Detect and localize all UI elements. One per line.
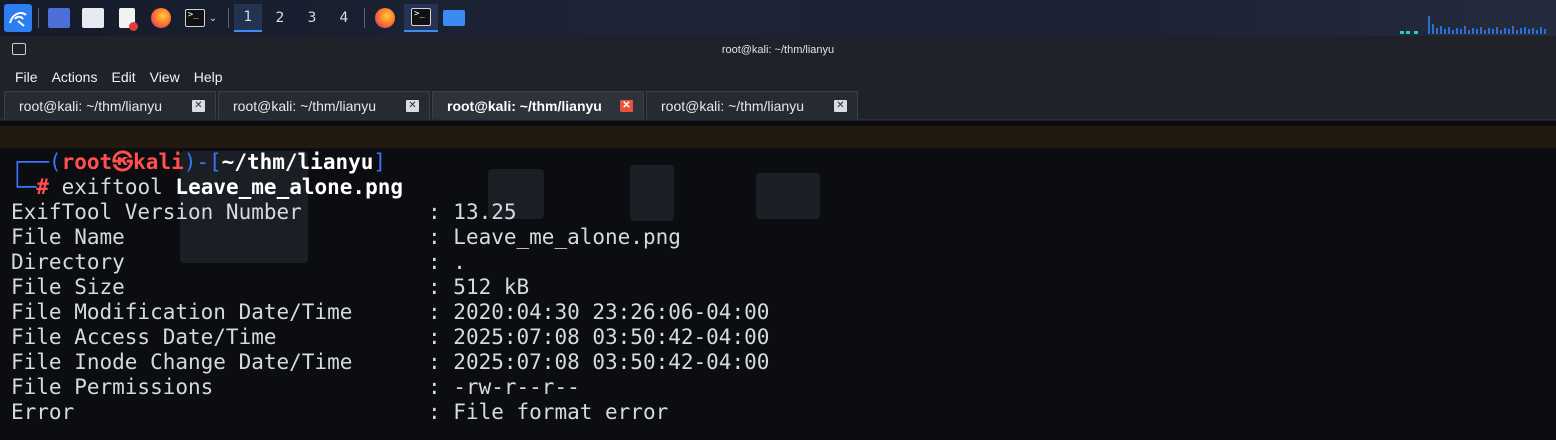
- output-value: 2020:04:30 23:26:06-04:00: [453, 300, 770, 324]
- tab-label: root@kali: ~/thm/lianyu: [19, 97, 162, 114]
- output-key: File Inode Change Date/Time: [11, 350, 353, 374]
- menu-actions[interactable]: Actions: [52, 69, 98, 85]
- workspace-4-button[interactable]: 4: [330, 4, 358, 32]
- close-tab-icon[interactable]: ✕: [192, 100, 205, 112]
- prompt-user: root: [61, 150, 113, 174]
- output-value: .: [453, 250, 466, 274]
- prompt-path: ~/thm/lianyu: [221, 150, 374, 174]
- output-key: File Name: [11, 225, 125, 249]
- firefox-window-icon[interactable]: [370, 4, 400, 32]
- output-line: File Access Date/Time: 2025:07:08 03:50:…: [11, 325, 770, 349]
- tab-3[interactable]: root@kali: ~/thm/lianyu ✕: [432, 91, 644, 119]
- terminal-window: root@kali: ~/thm/lianyu File Actions Edi…: [0, 36, 1556, 440]
- background-bleed: [0, 126, 1556, 148]
- output-key: ExifTool Version Number: [11, 200, 302, 224]
- terminal-window-icon[interactable]: >_: [404, 4, 438, 32]
- workspace-2-button[interactable]: 2: [266, 4, 294, 32]
- menu-file[interactable]: File: [15, 69, 38, 85]
- output-value: 2025:07:08 03:50:42-04:00: [453, 325, 770, 349]
- taskbar: >_ ⌄ 1 2 3 4 >_: [0, 0, 1556, 36]
- menu-edit[interactable]: Edit: [111, 69, 135, 85]
- prompt-host: kali: [133, 150, 184, 174]
- output-value: File format error: [453, 400, 669, 424]
- folder-window-icon[interactable]: [440, 4, 468, 32]
- terminal-output[interactable]: ┌──(root㉿kali)-[~/thm/lianyu] └─# exifto…: [0, 121, 1556, 440]
- output-line: File Size: 512 kB: [11, 275, 530, 299]
- output-line: File Name: Leave_me_alone.png: [11, 225, 681, 249]
- tab-bar: root@kali: ~/thm/lianyu ✕ root@kali: ~/t…: [0, 90, 1556, 120]
- command-line: └─# exiftool Leave_me_alone.png: [11, 175, 403, 200]
- output-key: File Size: [11, 275, 125, 299]
- firefox-icon[interactable]: [148, 4, 174, 32]
- cpu-graph-icon: [1400, 16, 1546, 34]
- output-line: Error: File format error: [11, 400, 669, 424]
- command-argument: Leave_me_alone.png: [175, 175, 403, 199]
- command-name: exiftool: [61, 175, 163, 199]
- tab-1[interactable]: root@kali: ~/thm/lianyu ✕: [4, 91, 216, 119]
- taskbar-separator: [364, 8, 365, 28]
- show-desktop-icon[interactable]: [46, 4, 72, 32]
- tab-label: root@kali: ~/thm/lianyu: [661, 97, 804, 114]
- taskbar-separator: [228, 8, 229, 28]
- output-value: 13.25: [453, 200, 517, 224]
- prompt-mid: )-[: [183, 150, 222, 174]
- output-key: Error: [11, 400, 75, 424]
- kali-menu-icon[interactable]: [4, 4, 32, 32]
- output-key: File Permissions: [11, 375, 214, 399]
- output-value: -rw-r--r--: [453, 375, 580, 399]
- window-titlebar[interactable]: root@kali: ~/thm/lianyu: [0, 36, 1556, 64]
- background-bleed: [756, 173, 820, 219]
- tab-label: root@kali: ~/thm/lianyu: [233, 97, 376, 114]
- background-bleed: [630, 165, 674, 221]
- output-line: File Permissions: -rw-r--r--: [11, 375, 580, 399]
- skull-icon: ㉿: [112, 150, 134, 174]
- output-key: Directory: [11, 250, 125, 274]
- file-manager-icon[interactable]: [80, 4, 106, 32]
- menu-bar: File Actions Edit View Help: [0, 64, 1556, 90]
- output-key: File Access Date/Time: [11, 325, 277, 349]
- output-line: Directory: .: [11, 250, 466, 274]
- output-line: ExifTool Version Number: 13.25: [11, 200, 517, 224]
- tab-label: root@kali: ~/thm/lianyu: [447, 97, 602, 114]
- tab-2[interactable]: root@kali: ~/thm/lianyu ✕: [218, 91, 430, 119]
- prompt-close: ]: [373, 150, 387, 174]
- prompt-hash: #: [36, 175, 49, 199]
- prompt-corner: └─: [11, 175, 37, 199]
- output-value: 512 kB: [453, 275, 530, 299]
- output-key: File Modification Date/Time: [11, 300, 353, 324]
- tab-4[interactable]: root@kali: ~/thm/lianyu ✕: [646, 91, 858, 119]
- text-editor-icon[interactable]: [114, 4, 140, 32]
- output-value: Leave_me_alone.png: [453, 225, 681, 249]
- close-tab-icon[interactable]: ✕: [620, 100, 633, 112]
- chevron-down-icon[interactable]: ⌄: [209, 13, 217, 24]
- taskbar-separator: [38, 8, 39, 28]
- prompt-line: ┌──(root㉿kali)-[~/thm/lianyu]: [11, 150, 386, 175]
- prompt-open: ┌──(: [11, 150, 62, 174]
- terminal-launcher-icon[interactable]: >_ ⌄: [180, 4, 222, 32]
- close-tab-icon[interactable]: ✕: [406, 100, 419, 112]
- output-line: File Modification Date/Time: 2020:04:30 …: [11, 300, 770, 324]
- menu-view[interactable]: View: [150, 69, 180, 85]
- output-line: File Inode Change Date/Time: 2025:07:08 …: [11, 350, 770, 374]
- workspace-3-button[interactable]: 3: [298, 4, 326, 32]
- close-tab-icon[interactable]: ✕: [834, 100, 847, 112]
- workspace-1-button[interactable]: 1: [234, 4, 262, 32]
- menu-help[interactable]: Help: [194, 69, 223, 85]
- output-value: 2025:07:08 03:50:42-04:00: [453, 350, 770, 374]
- window-icon[interactable]: [12, 43, 26, 55]
- window-title: root@kali: ~/thm/lianyu: [721, 44, 835, 56]
